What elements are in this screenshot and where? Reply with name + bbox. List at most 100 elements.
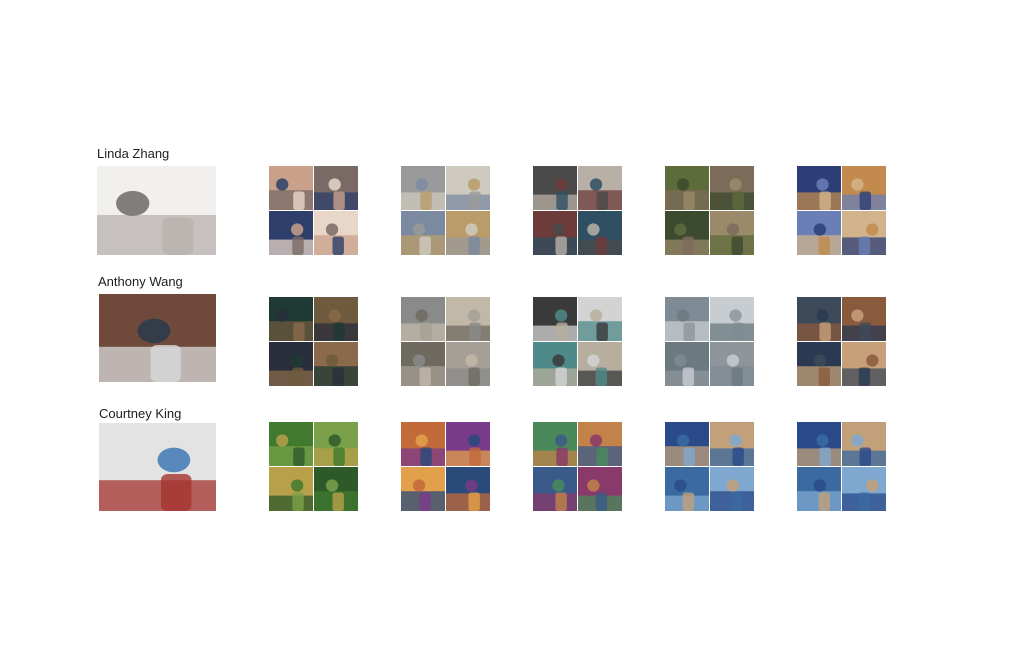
grid-cell [269, 467, 313, 511]
style-grid-3 [533, 422, 622, 511]
image-thumbnail [446, 342, 490, 386]
image-thumbnail [710, 211, 754, 255]
grid-cell [401, 297, 445, 341]
image-thumbnail [99, 294, 216, 382]
image-thumbnail [314, 422, 358, 466]
image-thumbnail [269, 467, 313, 511]
image-thumbnail [401, 297, 445, 341]
image-thumbnail [665, 166, 709, 210]
image-thumbnail [710, 467, 754, 511]
style-grid-3 [533, 166, 622, 255]
image-thumbnail [533, 211, 577, 255]
grid-cell [710, 342, 754, 386]
image-thumbnail [269, 166, 313, 210]
image-thumbnail [710, 342, 754, 386]
grid-cell [578, 211, 622, 255]
image-thumbnail [533, 422, 577, 466]
image-thumbnail [269, 342, 313, 386]
grid-cell [533, 166, 577, 210]
person-name: Courtney King [99, 406, 182, 421]
grid-cell [446, 422, 490, 466]
image-thumbnail [446, 166, 490, 210]
image-thumbnail [578, 297, 622, 341]
style-grid-2 [401, 297, 490, 386]
grid-cell [269, 166, 313, 210]
grid-cell [710, 297, 754, 341]
grid-cell [797, 342, 841, 386]
style-grid-5 [797, 422, 886, 511]
grid-cell [314, 342, 358, 386]
image-thumbnail [665, 467, 709, 511]
image-thumbnail [842, 297, 886, 341]
image-thumbnail [97, 166, 216, 255]
grid-cell [533, 467, 577, 511]
grid-cell [842, 342, 886, 386]
image-thumbnail [401, 211, 445, 255]
grid-cell [446, 166, 490, 210]
grid-cell [401, 422, 445, 466]
grid-cell [446, 467, 490, 511]
style-grid-1 [269, 422, 358, 511]
grid-cell [710, 166, 754, 210]
grid-cell [446, 297, 490, 341]
grid-cell [533, 211, 577, 255]
portrait-photo [97, 166, 216, 255]
grid-cell [314, 422, 358, 466]
person-name: Linda Zhang [97, 146, 170, 161]
grid-cell [446, 342, 490, 386]
grid-cell [269, 342, 313, 386]
image-thumbnail [269, 211, 313, 255]
image-thumbnail [797, 422, 841, 466]
image-thumbnail [842, 166, 886, 210]
style-grid-2 [401, 422, 490, 511]
grid-cell [665, 211, 709, 255]
image-thumbnail [710, 166, 754, 210]
image-thumbnail [665, 422, 709, 466]
grid-cell [842, 467, 886, 511]
image-thumbnail [578, 467, 622, 511]
grid-cell [269, 297, 313, 341]
image-thumbnail [797, 467, 841, 511]
grid-cell [842, 422, 886, 466]
style-grid-2 [401, 166, 490, 255]
image-thumbnail [401, 467, 445, 511]
style-grid-3 [533, 297, 622, 386]
image-thumbnail [578, 166, 622, 210]
style-grid-5 [797, 297, 886, 386]
image-thumbnail [401, 342, 445, 386]
grid-cell [710, 422, 754, 466]
style-grid-1 [269, 166, 358, 255]
grid-cell [578, 422, 622, 466]
image-thumbnail [446, 422, 490, 466]
grid-cell [665, 422, 709, 466]
style-grid-4 [665, 422, 754, 511]
grid-cell [578, 166, 622, 210]
image-thumbnail [665, 342, 709, 386]
grid-cell [314, 211, 358, 255]
image-thumbnail [314, 297, 358, 341]
grid-cell [578, 467, 622, 511]
person-name: Anthony Wang [98, 274, 183, 289]
image-thumbnail [842, 211, 886, 255]
grid-cell [269, 422, 313, 466]
grid-cell [665, 342, 709, 386]
image-thumbnail [314, 467, 358, 511]
grid-cell [797, 297, 841, 341]
image-thumbnail [797, 211, 841, 255]
portrait-photo [99, 294, 216, 382]
image-thumbnail [842, 342, 886, 386]
image-thumbnail [665, 211, 709, 255]
image-thumbnail [533, 297, 577, 341]
grid-cell [533, 422, 577, 466]
grid-cell [578, 342, 622, 386]
grid-cell [797, 422, 841, 466]
image-thumbnail [99, 423, 216, 511]
grid-cell [401, 211, 445, 255]
image-thumbnail [446, 467, 490, 511]
grid-cell [842, 211, 886, 255]
image-thumbnail [314, 166, 358, 210]
grid-cell [401, 166, 445, 210]
style-grid-1 [269, 297, 358, 386]
grid-cell [401, 467, 445, 511]
grid-cell [533, 297, 577, 341]
